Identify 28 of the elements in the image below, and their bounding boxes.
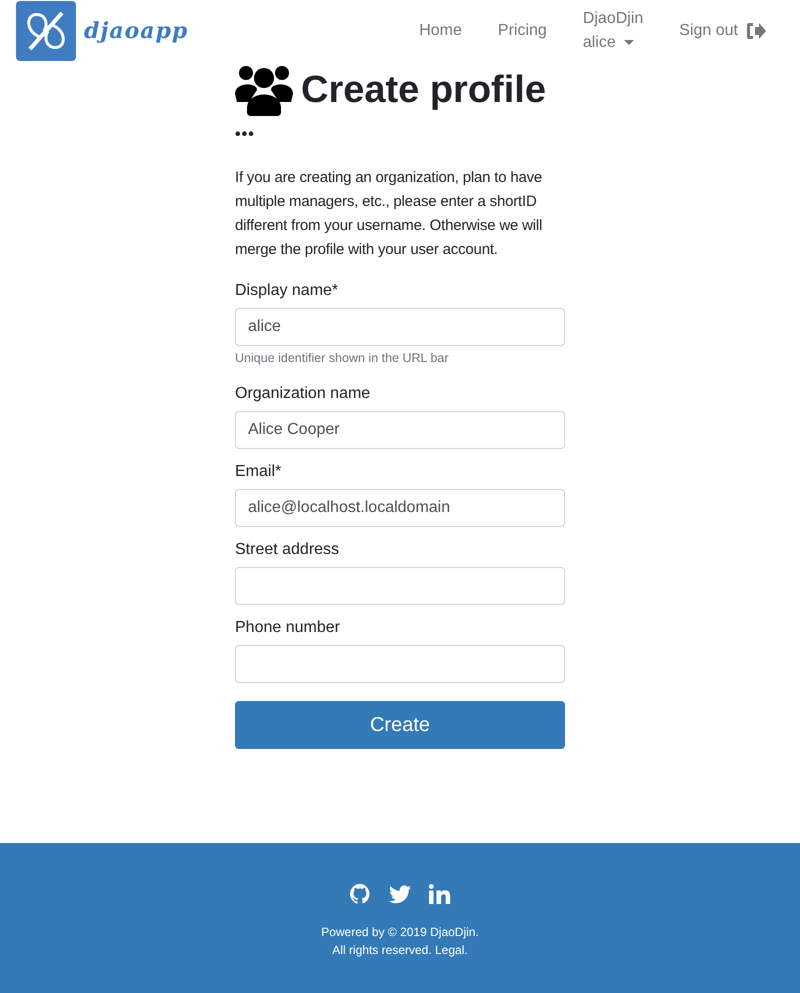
linkedin-icon[interactable]	[429, 884, 451, 904]
input-field[interactable]	[235, 567, 565, 605]
sign-out-link[interactable]: Sign out	[661, 19, 784, 43]
intro-text: If you are creating an organization, plan to have multiple managers, etc., please enter a shortID different from your username. Otherwise we will merge the profile with your user account.	[235, 168, 544, 260]
create-button[interactable]: Create	[235, 701, 565, 749]
input-field[interactable]: alice	[235, 308, 565, 346]
logo-icon[interactable]	[16, 1, 76, 61]
input-field[interactable]	[235, 645, 565, 683]
page-title: Create profile	[301, 68, 546, 112]
account-menu[interactable]: DjaoDjin alice	[564, 7, 662, 55]
field-label: Email*	[235, 463, 282, 481]
users-icon	[235, 64, 293, 116]
nav-link[interactable]: Pricing	[480, 19, 565, 43]
brand-name[interactable]: djaoapp	[84, 18, 188, 44]
footer-text: All rights reserved. Legal.	[332, 942, 468, 959]
footer-text: Powered by © 2019 DjaoDjin.	[321, 924, 479, 941]
field-label: Organization name	[235, 385, 372, 403]
ellipsis: •••	[235, 126, 256, 144]
sign-out-icon[interactable]	[746, 22, 766, 40]
github-icon[interactable]	[349, 883, 371, 905]
bird-icon[interactable]	[389, 884, 411, 904]
input-field[interactable]: alice@localhost.localdomain	[235, 489, 565, 527]
input-field[interactable]: Alice Cooper	[235, 411, 565, 449]
field-label: Street address	[235, 541, 340, 559]
nav-link[interactable]: Home	[401, 19, 480, 43]
help-text: Unique identifier shown in the URL bar	[235, 351, 450, 365]
field-label: Display name*	[235, 282, 340, 300]
field-label: Phone number	[235, 619, 341, 637]
